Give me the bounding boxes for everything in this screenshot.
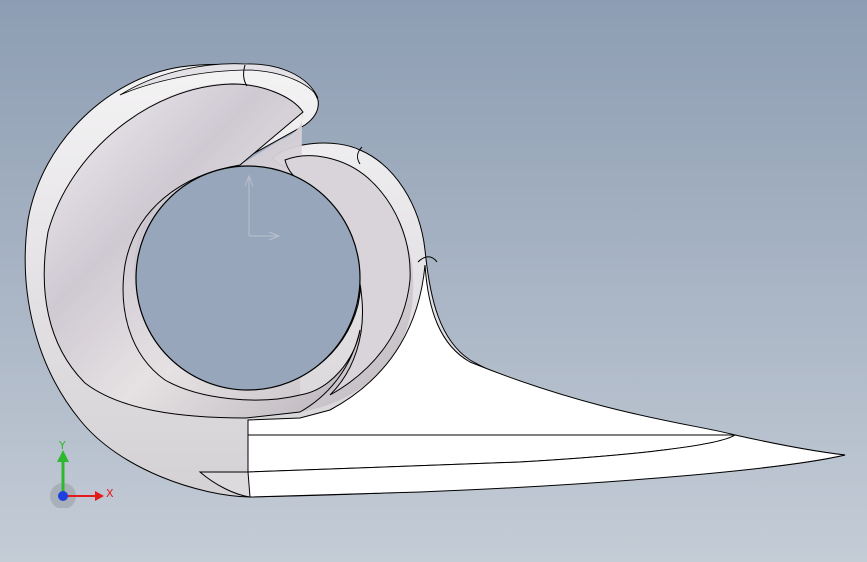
- coordinate-triad: Y X: [50, 439, 114, 508]
- y-axis-label: Y: [58, 439, 66, 452]
- model-view[interactable]: [0, 0, 867, 562]
- z-axis-dot: [58, 491, 68, 501]
- x-axis-label: X: [106, 487, 114, 500]
- graphics-viewport[interactable]: Y X: [0, 0, 867, 562]
- x-axis-arrow: [95, 491, 104, 501]
